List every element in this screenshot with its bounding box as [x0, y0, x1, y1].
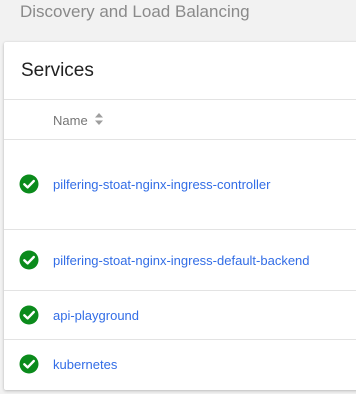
name-column-header[interactable]: Name: [53, 112, 104, 129]
service-link[interactable]: pilfering-stoat-nginx-ingress-controller: [53, 177, 270, 193]
service-link[interactable]: kubernetes: [53, 357, 117, 373]
name-column-label: Name: [53, 113, 88, 128]
table-row: pilfering-stoat-nginx-ingress-default-ba…: [4, 230, 356, 289]
page-section-title: Discovery and Load Balancing: [20, 2, 250, 21]
card-title: Services: [21, 60, 94, 81]
table-row: api-playground: [4, 291, 356, 339]
check-circle-icon: [19, 354, 39, 374]
table-row: pilfering-stoat-nginx-ingress-controller: [4, 140, 356, 228]
services-card: Services Name pilfering-stoat-nginx-ingr…: [4, 42, 356, 390]
service-link[interactable]: api-playground: [53, 308, 139, 324]
service-link[interactable]: pilfering-stoat-nginx-ingress-default-ba…: [53, 253, 310, 269]
check-circle-icon: [19, 305, 39, 325]
check-circle-icon: [19, 250, 39, 270]
check-circle-icon: [19, 174, 39, 194]
sort-icon[interactable]: [94, 112, 104, 129]
title-divider: [4, 99, 356, 100]
table-row: kubernetes: [4, 340, 356, 388]
